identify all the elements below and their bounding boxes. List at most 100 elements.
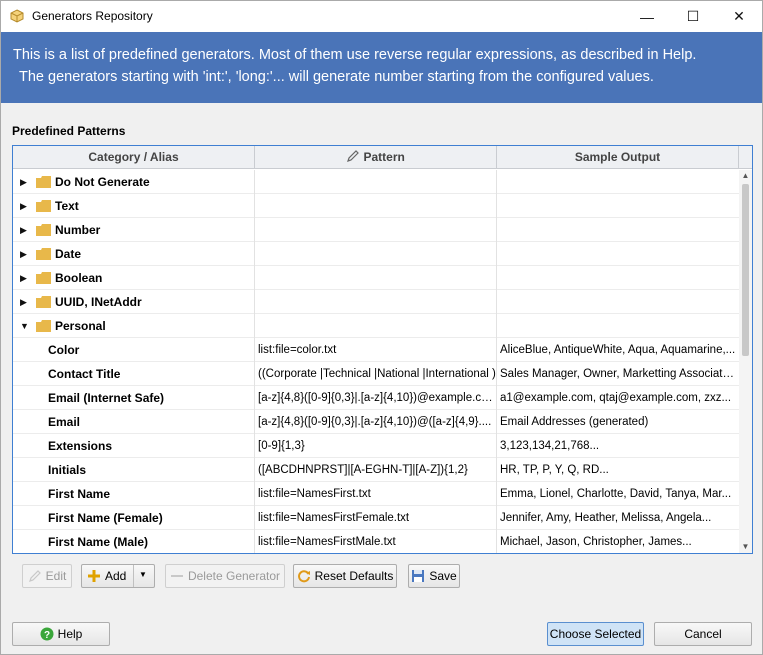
- generator-alias: First Name (Male): [48, 535, 149, 549]
- category-label: Date: [55, 247, 82, 261]
- category-label: Text: [55, 199, 79, 213]
- category-row-number[interactable]: ▶ Number: [13, 218, 739, 242]
- plus-icon: [88, 570, 100, 582]
- column-header-category[interactable]: Category / Alias: [13, 146, 255, 169]
- generator-pattern: list:file=NamesFirstFemale.txt: [255, 506, 497, 530]
- banner-line-2: The generators starting with 'int:', 'lo…: [19, 69, 654, 85]
- folder-icon: [36, 224, 51, 236]
- generator-row[interactable]: Extensions [0-9]{1,3} 3,123,134,21,768..…: [13, 434, 739, 458]
- generator-alias: Email (Internet Safe): [48, 391, 165, 405]
- expand-arrow-icon[interactable]: ▶: [20, 290, 27, 314]
- add-button[interactable]: Add ▼: [81, 564, 155, 588]
- info-banner: This is a list of predefined generators.…: [1, 32, 762, 103]
- column-header-sample[interactable]: Sample Output: [497, 146, 739, 169]
- generator-sample: AliceBlue, AntiqueWhite, Aqua, Aquamarin…: [500, 344, 736, 356]
- expand-arrow-icon[interactable]: ▶: [20, 266, 27, 290]
- category-label: Number: [55, 223, 101, 237]
- generator-pattern: [a-z]{4,8}([0-9]{0,3}|.[a-z]{4,10})@exam…: [255, 386, 497, 410]
- generator-row[interactable]: First Name (Female) list:file=NamesFirst…: [13, 506, 739, 530]
- folder-icon: [36, 272, 51, 284]
- generator-row[interactable]: Color list:file=color.txt AliceBlue, Ant…: [13, 338, 739, 362]
- maximize-button[interactable]: ☐: [670, 1, 716, 32]
- scroll-thumb[interactable]: [742, 184, 749, 356]
- generator-alias: Color: [48, 343, 80, 357]
- generator-sample: Sales Manager, Owner, Marketting Associa…: [500, 368, 739, 380]
- generator-pattern: [0-9]{1,3}: [255, 434, 497, 458]
- category-label: Personal: [55, 319, 106, 333]
- category-row-uuid[interactable]: ▶ UUID, INetAddr: [13, 290, 739, 314]
- generator-row[interactable]: Email (Internet Safe) [a-z]{4,8}([0-9]{0…: [13, 386, 739, 410]
- expand-arrow-icon[interactable]: ▶: [20, 218, 27, 242]
- minus-icon: [170, 575, 183, 577]
- svg-text:?: ?: [44, 630, 50, 641]
- generator-alias: Email: [48, 415, 81, 429]
- generator-row[interactable]: Initials ([ABCDHNPRST]|[A-EGHN-T]|[A-Z])…: [13, 458, 739, 482]
- category-label: Boolean: [55, 271, 103, 285]
- maximize-icon: ☐: [686, 8, 700, 24]
- generator-pattern: ([ABCDHNPRST]|[A-EGHN-T]|[A-Z]){1,2}: [255, 458, 497, 482]
- expand-arrow-icon[interactable]: ▶: [20, 170, 27, 194]
- table-body: ▶ Do Not Generate ▶ Text ▶ Number ▶ Date…: [13, 170, 739, 553]
- scroll-up-icon[interactable]: ▲: [739, 170, 752, 182]
- collapse-arrow-icon[interactable]: ▼: [20, 314, 29, 338]
- generator-sample: Jennifer, Amy, Heather, Melissa, Angela.…: [500, 512, 712, 524]
- chevron-down-icon[interactable]: ▼: [139, 570, 147, 579]
- minimize-icon: —: [640, 8, 654, 25]
- expand-arrow-icon[interactable]: ▶: [20, 242, 27, 266]
- cancel-button[interactable]: Cancel: [654, 622, 752, 646]
- category-row-personal[interactable]: ▼ Personal: [13, 314, 739, 338]
- edit-button[interactable]: Edit: [22, 564, 72, 588]
- generator-row[interactable]: Email [a-z]{4,8}([0-9]{0,3}|.[a-z]{4,10}…: [13, 410, 739, 434]
- delete-generator-button[interactable]: Delete Generator: [165, 564, 285, 588]
- close-button[interactable]: ✕: [716, 1, 762, 32]
- generator-alias: First Name: [48, 487, 111, 501]
- minimize-button[interactable]: —: [624, 1, 670, 32]
- generator-row[interactable]: First Name (Male) list:file=NamesFirstMa…: [13, 530, 739, 553]
- generator-sample: a1@example.com, qtaj@example.com, zxz...: [500, 392, 732, 404]
- patterns-table[interactable]: Category / Alias Pattern Sample Output ▶…: [12, 145, 753, 554]
- category-label: Do Not Generate: [55, 175, 150, 189]
- save-button[interactable]: Save: [408, 564, 460, 588]
- folder-icon: [36, 320, 51, 332]
- category-row-text[interactable]: ▶ Text: [13, 194, 739, 218]
- choose-selected-button[interactable]: Choose Selected: [547, 622, 644, 646]
- generator-sample: Michael, Jason, Christopher, James...: [500, 536, 692, 548]
- table-header: Category / Alias Pattern Sample Output: [13, 146, 752, 169]
- refresh-icon: [297, 570, 310, 583]
- generator-pattern: list:file=NamesFirstMale.txt: [255, 530, 497, 553]
- generator-alias: Contact Title: [48, 367, 121, 381]
- category-label: UUID, INetAddr: [55, 295, 142, 309]
- banner-line-1: This is a list of predefined generators.…: [13, 47, 697, 63]
- help-button[interactable]: ? Help: [12, 622, 110, 646]
- generator-sample: 3,123,134,21,768...: [500, 440, 600, 452]
- generator-sample: Email Addresses (generated): [500, 416, 649, 428]
- folder-icon: [36, 200, 51, 212]
- help-icon: ?: [40, 627, 54, 641]
- generator-pattern: list:file=color.txt: [255, 338, 497, 362]
- folder-icon: [36, 296, 51, 308]
- section-label: Predefined Patterns: [12, 124, 126, 138]
- generator-alias: Initials: [48, 463, 87, 477]
- folder-icon: [36, 248, 51, 260]
- category-row-date[interactable]: ▶ Date: [13, 242, 739, 266]
- title-bar: Generators Repository — ☐ ✕: [1, 1, 762, 32]
- expand-arrow-icon[interactable]: ▶: [20, 194, 27, 218]
- generator-pattern: [a-z]{4,8}([0-9]{0,3}|.[a-z]{4,10})@([a-…: [255, 410, 497, 434]
- vertical-scrollbar[interactable]: ▲ ▼: [739, 170, 752, 553]
- scroll-down-icon[interactable]: ▼: [739, 541, 752, 553]
- column-header-pattern[interactable]: Pattern: [255, 146, 497, 169]
- generators-repository-window: Generators Repository — ☐ ✕ This is a li…: [0, 0, 763, 655]
- reset-defaults-button[interactable]: Reset Defaults: [293, 564, 397, 588]
- generator-row[interactable]: Contact Title ((Corporate |Technical |Na…: [13, 362, 739, 386]
- generator-row[interactable]: First Name list:file=NamesFirst.txt Emma…: [13, 482, 739, 506]
- generator-pattern: ((Corporate |Technical |National |Intern…: [255, 362, 497, 386]
- pencil-icon: [347, 150, 360, 162]
- category-row-do-not-generate[interactable]: ▶ Do Not Generate: [13, 170, 739, 194]
- generator-pattern: list:file=NamesFirst.txt: [255, 482, 497, 506]
- folder-icon: [36, 176, 51, 188]
- generator-alias: First Name (Female): [48, 511, 163, 525]
- generator-sample: HR, TP, P, Y, Q, RD...: [500, 464, 609, 476]
- category-row-boolean[interactable]: ▶ Boolean: [13, 266, 739, 290]
- generator-sample: Emma, Lionel, Charlotte, David, Tanya, M…: [500, 488, 732, 500]
- generator-alias: Extensions: [48, 439, 113, 453]
